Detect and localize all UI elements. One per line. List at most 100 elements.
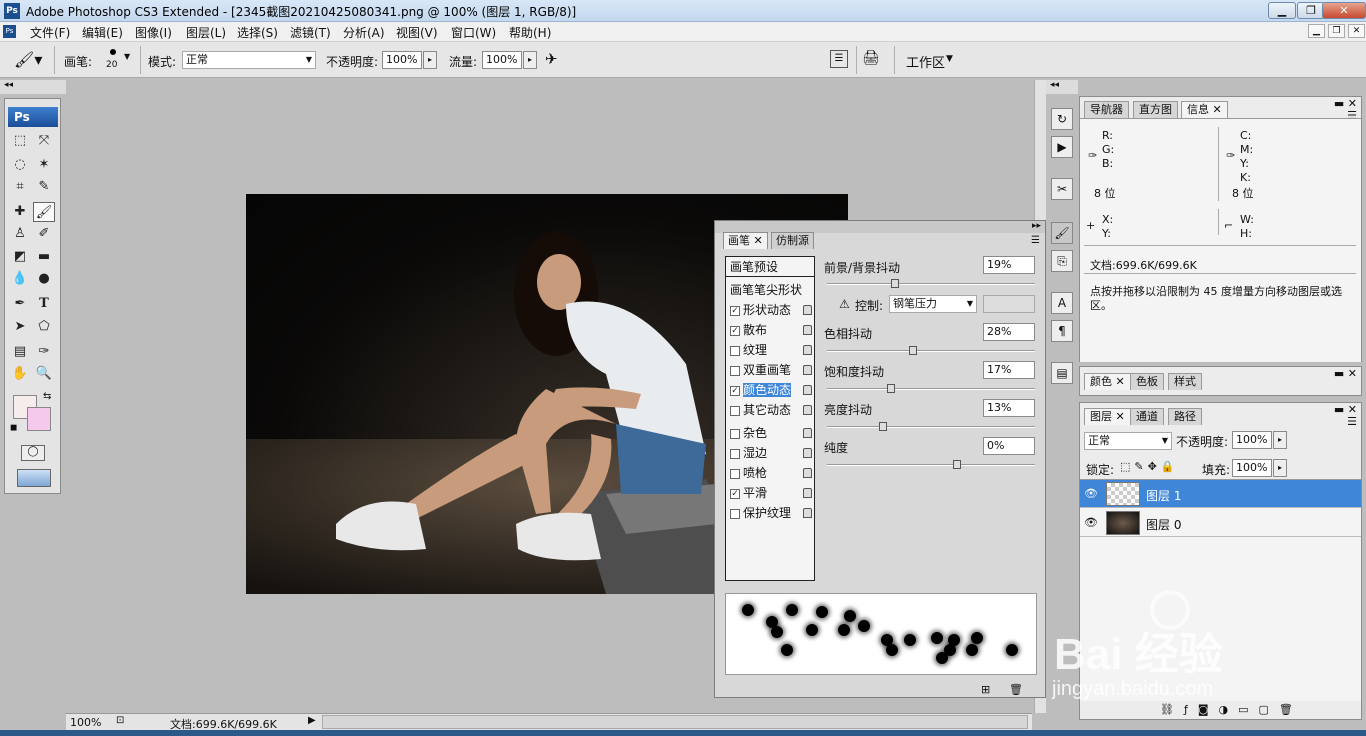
layer-row-0[interactable]: 👁 图层 0 (1080, 509, 1361, 537)
lock-icon[interactable] (803, 428, 812, 438)
slice-tool-icon[interactable]: ✎ (33, 177, 55, 197)
fg-bg-jitter-input[interactable]: 19% (983, 256, 1035, 274)
close-icon[interactable]: ✕ (754, 234, 763, 247)
menu-window[interactable]: 窗口(W) (451, 24, 496, 41)
swap-colors-icon[interactable]: ⇆ (43, 391, 51, 402)
checkbox[interactable]: ✓ (730, 488, 740, 499)
tab-color[interactable]: 颜色 ✕ (1084, 373, 1131, 390)
checkbox[interactable] (730, 345, 740, 356)
lock-icon[interactable] (803, 325, 812, 335)
brush-option-item[interactable]: 喷枪 (730, 464, 814, 482)
tab-styles[interactable]: 样式 (1168, 373, 1202, 390)
menu-layer[interactable]: 图层(L) (186, 24, 226, 41)
character-icon[interactable]: A (1051, 292, 1073, 314)
screen-mode-icon[interactable] (17, 469, 51, 487)
checkbox[interactable]: ✓ (730, 385, 740, 396)
panel-minimize-icon[interactable]: ▬ ✕ (1334, 367, 1357, 380)
menu-analysis[interactable]: 分析(A) (343, 24, 385, 41)
palette-well-icon[interactable]: ☰ (830, 50, 848, 68)
default-colors-icon[interactable]: ◼ (10, 423, 17, 433)
new-brush-icon[interactable]: ⊞ (981, 683, 990, 696)
close-button[interactable]: ✕ (1322, 2, 1366, 19)
status-icon[interactable]: ⊡ (116, 715, 124, 726)
flow-arrow-button[interactable]: ▸ (523, 51, 537, 69)
checkbox[interactable] (730, 365, 740, 376)
checkbox[interactable] (730, 468, 740, 479)
healing-brush-tool-icon[interactable]: ✚ (9, 202, 31, 222)
canvas-horizontal-scrollbar[interactable] (322, 715, 1028, 729)
close-icon[interactable]: ✕ (1213, 103, 1222, 116)
brush-option-item[interactable]: ✓ 形状动态 (730, 301, 814, 319)
blend-mode-select[interactable]: 正常 ▼ (1084, 432, 1172, 450)
layer-comps-icon[interactable]: ▤ (1051, 362, 1073, 384)
clone-source-icon[interactable]: ⎘ (1051, 250, 1073, 272)
tab-channels[interactable]: 通道 (1130, 408, 1164, 425)
brush-option-item[interactable]: ✓ 颜色动态 (730, 381, 814, 399)
fill-arrow-button[interactable]: ▸ (1273, 459, 1287, 477)
tab-swatches[interactable]: 色板 (1130, 373, 1164, 390)
dodge-tool-icon[interactable]: ● (33, 269, 55, 289)
checkbox[interactable]: ✓ (730, 305, 740, 316)
hue-jitter-slider[interactable] (827, 350, 1035, 352)
lock-icon[interactable] (803, 305, 812, 315)
menu-edit[interactable]: 编辑(E) (82, 24, 123, 41)
background-color-swatch[interactable] (27, 407, 51, 431)
visibility-eye-icon[interactable]: 👁 (1084, 487, 1098, 501)
brightness-jitter-thumb[interactable] (879, 422, 887, 431)
lock-icon[interactable] (803, 365, 812, 375)
pen-tool-icon[interactable]: ✒ (9, 294, 31, 314)
tab-paths[interactable]: 路径 (1168, 408, 1202, 425)
path-selection-tool-icon[interactable]: ➤ (9, 317, 31, 337)
quick-mask-icon[interactable]: ◯ (21, 445, 45, 461)
gradient-tool-icon[interactable]: ▬ (33, 247, 55, 267)
brush-option-item[interactable]: 其它动态 (730, 401, 814, 419)
eraser-tool-icon[interactable]: ◩ (9, 247, 31, 267)
brightness-jitter-input[interactable]: 13% (983, 399, 1035, 417)
paragraph-icon[interactable]: ¶ (1051, 320, 1073, 342)
brush-picker[interactable]: 20 ▼ (104, 46, 132, 74)
checkbox[interactable] (730, 508, 740, 519)
visibility-eye-icon[interactable]: 👁 (1084, 516, 1098, 530)
opacity-input[interactable]: 100% (382, 51, 422, 69)
workspace-menu[interactable]: 工作区 (906, 52, 945, 71)
saturation-jitter-thumb[interactable] (887, 384, 895, 393)
brush-tip-shape-item[interactable]: 画笔笔尖形状 (730, 281, 802, 299)
opacity-arrow-button[interactable]: ▸ (423, 51, 437, 69)
lock-options-icon[interactable]: ⬚✎✥🔒 (1120, 460, 1179, 473)
panel-menu-icon[interactable]: ☰ (1031, 235, 1040, 246)
brush-option-item[interactable]: 纹理 (730, 341, 814, 359)
status-menu-arrow-icon[interactable]: ▶ (308, 715, 316, 726)
tab-histogram[interactable]: 直方图 (1133, 101, 1178, 118)
hue-jitter-thumb[interactable] (909, 346, 917, 355)
layer-row-1[interactable]: 👁 图层 1 (1080, 480, 1361, 508)
brightness-jitter-slider[interactable] (827, 426, 1035, 428)
bridge-icon[interactable]: 🖨 (862, 50, 888, 70)
purity-input[interactable]: 0% (983, 437, 1035, 455)
brush-presets-item[interactable]: 画笔预设 (726, 257, 814, 277)
tab-brushes[interactable]: 画笔 ✕ (723, 232, 768, 249)
fg-bg-jitter-thumb[interactable] (891, 279, 899, 288)
saturation-jitter-input[interactable]: 17% (983, 361, 1035, 379)
dock-collapse-icon[interactable]: ◂◂ (1046, 80, 1078, 94)
type-tool-icon[interactable]: T (33, 294, 55, 314)
brushes-panel-icon[interactable]: 🖌 (1051, 222, 1073, 244)
move-tool-icon[interactable]: ⤧ (33, 131, 55, 151)
tab-clone-source[interactable]: 仿制源 (771, 232, 814, 249)
tab-navigator[interactable]: 导航器 (1084, 101, 1129, 118)
lock-icon[interactable] (803, 385, 812, 395)
minimize-button[interactable]: ▁ (1268, 2, 1296, 19)
toolbox-collapse-icon[interactable]: ◂◂ (0, 80, 66, 94)
checkbox[interactable] (730, 428, 740, 439)
menu-select[interactable]: 选择(S) (237, 24, 278, 41)
menu-file[interactable]: 文件(F) (30, 24, 70, 41)
brush-option-item[interactable]: ✓ 散布 (730, 321, 814, 339)
shape-tool-icon[interactable]: ⬠ (33, 317, 55, 337)
layer-opacity-arrow-button[interactable]: ▸ (1273, 431, 1287, 449)
lock-icon[interactable] (803, 508, 812, 518)
layer-opacity-input[interactable]: 100% (1232, 431, 1272, 449)
control-select[interactable]: 钢笔压力 ▼ (889, 295, 977, 313)
magic-wand-tool-icon[interactable]: ✶ (33, 155, 55, 175)
checkbox[interactable] (730, 448, 740, 459)
tool-presets-icon[interactable]: ✂ (1051, 178, 1073, 200)
close-icon[interactable]: ✕ (1116, 375, 1125, 388)
